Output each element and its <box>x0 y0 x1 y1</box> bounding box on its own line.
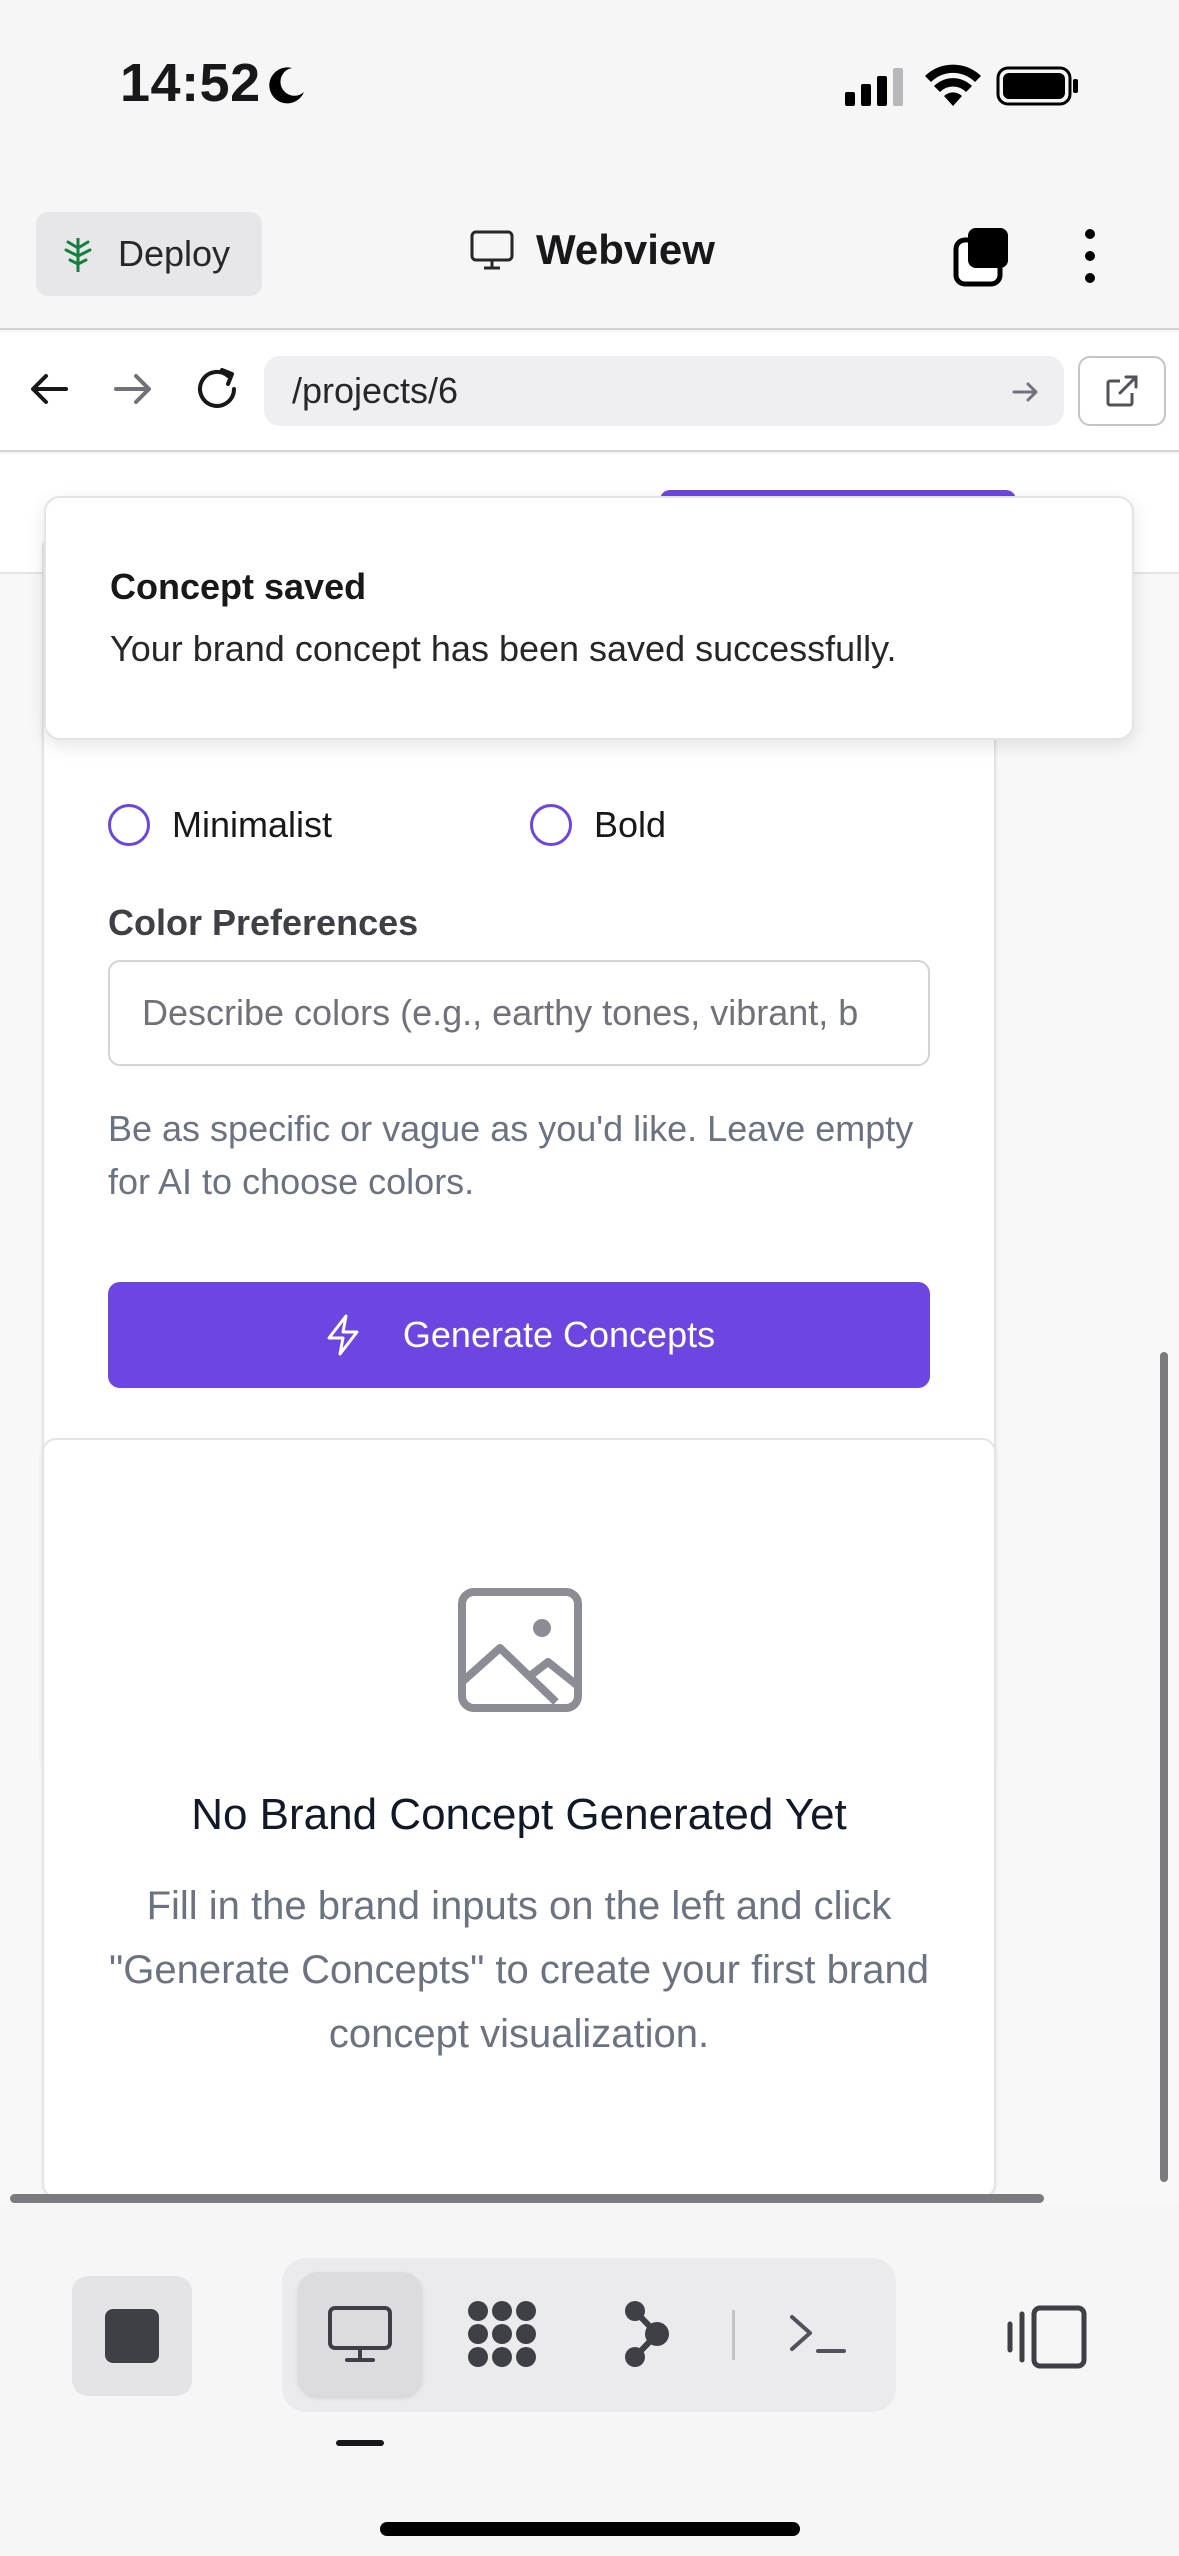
style-option-label: Minimalist <box>172 804 333 845</box>
forward-arrow-icon[interactable] <box>110 366 156 412</box>
status-bar: 14:52 <box>0 0 1179 180</box>
empty-state-text: Fill in the brand inputs on the left and… <box>109 1884 929 2056</box>
color-help-text: Be as specific or vague as you'd like. L… <box>108 1108 914 1202</box>
empty-state-title: No Brand Concept Generated Yet <box>191 1790 847 1839</box>
generate-label: Generate Concepts <box>402 1314 716 1355</box>
battery-icon <box>996 66 1078 106</box>
desktop-tool-button[interactable] <box>298 2272 422 2396</box>
tool-group <box>282 2258 896 2412</box>
url-bar: /projects/6 <box>0 332 1179 452</box>
toolbar-divider <box>732 2310 735 2360</box>
open-external-button[interactable] <box>1078 356 1166 426</box>
bottom-toolbar <box>0 2206 1179 2556</box>
toast-notification: Concept saved Your brand concept has bee… <box>44 496 1134 740</box>
status-time: 14:52 <box>120 53 261 113</box>
tree-icon <box>64 238 92 272</box>
git-tool-button[interactable] <box>584 2272 708 2396</box>
color-placeholder: Describe colors (e.g., earthy tones, vib… <box>142 992 859 1033</box>
active-tool-indicator <box>336 2440 384 2446</box>
color-preferences-label: Color Preferences <box>108 902 419 943</box>
radio-bold[interactable] <box>530 804 572 846</box>
webview-title: Webview <box>470 226 715 274</box>
deploy-button[interactable]: Deploy <box>36 212 262 296</box>
radio-minimalist[interactable] <box>108 804 150 846</box>
grid-icon <box>468 2301 536 2367</box>
style-option-bold[interactable]: Bold <box>530 804 666 846</box>
stop-button[interactable] <box>72 2276 192 2396</box>
lightning-icon <box>327 1314 359 1356</box>
app-header: Deploy Webview <box>0 180 1179 330</box>
desktop-icon <box>328 2306 392 2362</box>
packages-tool-button[interactable] <box>440 2272 564 2396</box>
monitor-icon <box>470 230 514 270</box>
home-indicator[interactable] <box>380 2522 800 2536</box>
branch-icon <box>625 2301 669 2367</box>
toast-description: Your brand concept has been saved succes… <box>110 628 897 669</box>
url-text: /projects/6 <box>292 370 459 411</box>
url-input[interactable]: /projects/6 <box>264 356 1064 426</box>
panel-toggle-icon[interactable] <box>1006 2304 1088 2370</box>
style-option-minimalist[interactable]: Minimalist <box>108 804 332 846</box>
moon-icon <box>269 67 304 104</box>
header-title: Webview <box>536 226 715 273</box>
more-icon[interactable] <box>1070 224 1110 288</box>
vertical-scrollbar[interactable] <box>1160 1352 1168 2182</box>
toast-title: Concept saved <box>110 566 367 607</box>
deploy-label: Deploy <box>118 233 231 274</box>
stop-icon <box>105 2309 159 2363</box>
empty-state-card: No Brand Concept Generated Yet Fill in t… <box>42 1438 996 2198</box>
terminal-icon <box>790 2315 846 2353</box>
style-option-label: Bold <box>594 804 667 845</box>
reload-icon[interactable] <box>192 364 242 414</box>
horizontal-scrollbar[interactable] <box>10 2194 1044 2203</box>
image-placeholder-icon <box>458 1588 582 1712</box>
terminal-tool-button[interactable] <box>756 2272 880 2396</box>
signal-icon <box>845 68 903 106</box>
go-arrow-icon[interactable] <box>1010 376 1042 408</box>
color-preferences-input[interactable]: Describe colors (e.g., earthy tones, vib… <box>108 960 930 1066</box>
wifi-icon <box>925 64 981 106</box>
tabs-icon[interactable] <box>950 224 1014 288</box>
back-arrow-icon[interactable] <box>26 366 72 412</box>
external-link-icon <box>1106 375 1138 407</box>
generate-concepts-button[interactable]: Generate Concepts <box>108 1282 930 1388</box>
